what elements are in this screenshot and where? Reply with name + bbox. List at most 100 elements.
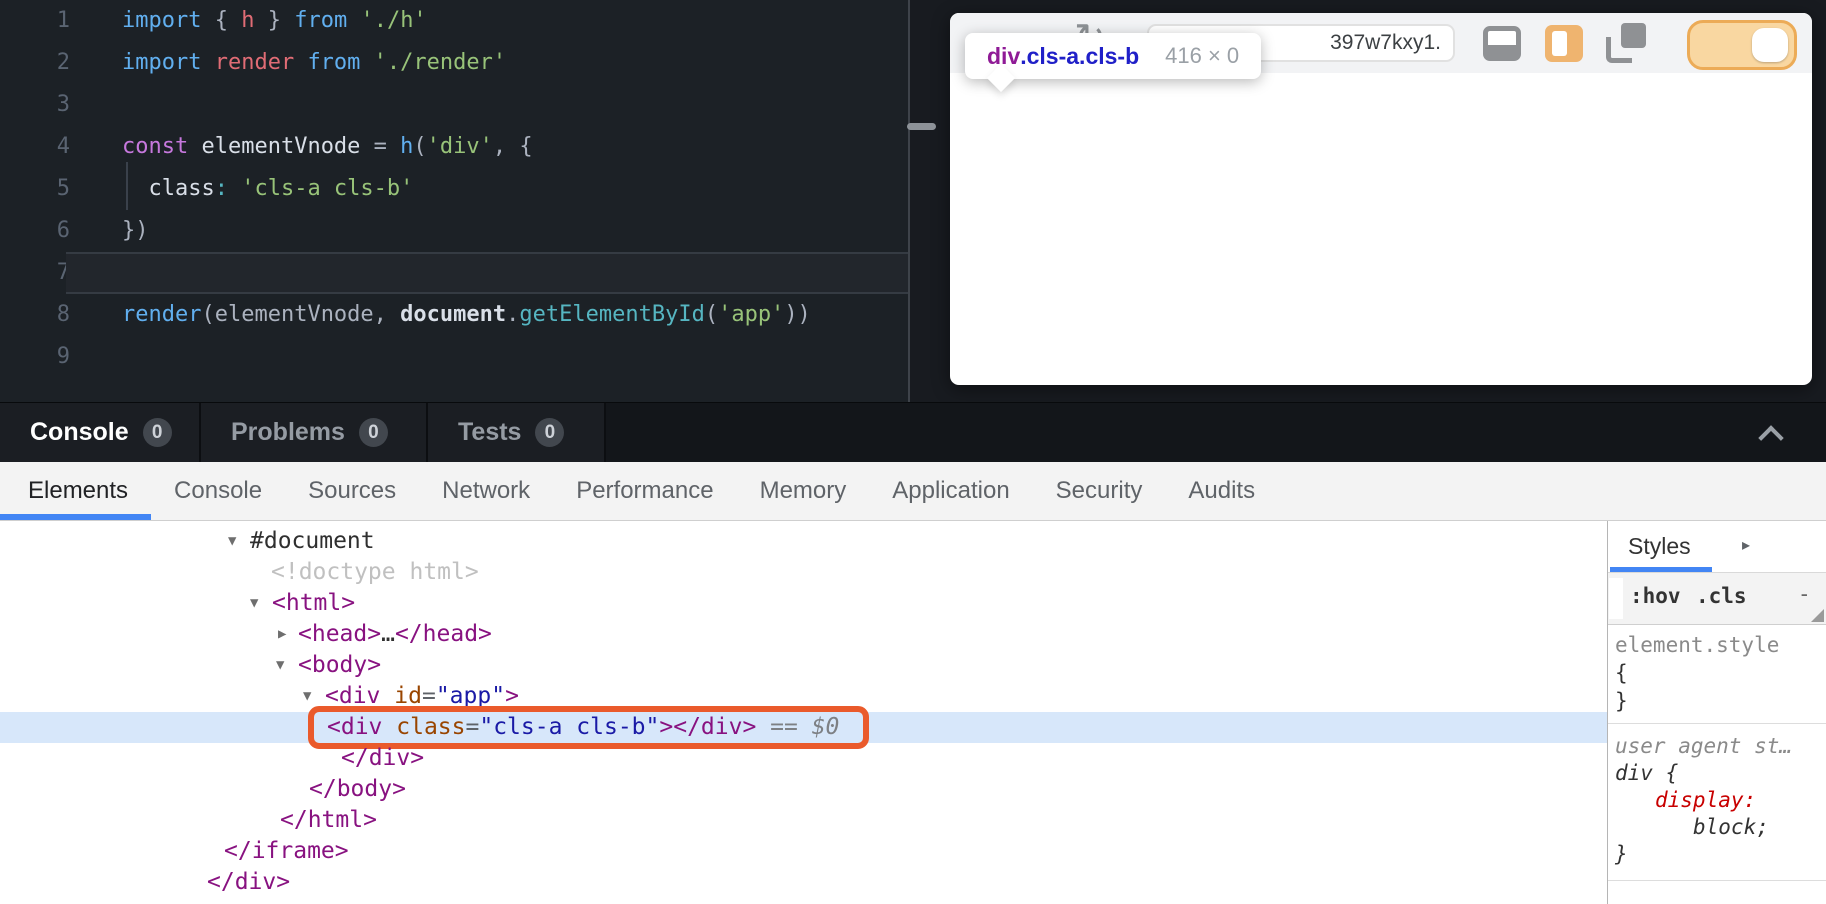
line-number: 4 (0, 126, 70, 168)
tree-row-selected[interactable]: <div class="cls-a cls-b"></div> == $0 (0, 712, 1607, 743)
editor-line[interactable]: 3 (0, 84, 908, 126)
code-token: ></div> (659, 714, 756, 740)
code-editor[interactable]: 1import { h } from './h'2import render f… (0, 0, 908, 402)
code-text: import render from './render' (70, 42, 908, 84)
editor-line[interactable]: 6}) (0, 210, 908, 252)
devtools-tab-console[interactable]: Console (151, 462, 285, 520)
chevron-right-icon[interactable]: ▸ (1742, 535, 1750, 555)
code-token: h (241, 8, 254, 33)
element-style-label: element.style (1615, 631, 1826, 659)
chevron-collapsed-icon[interactable]: ▶ (278, 619, 286, 650)
devtools-tab-network[interactable]: Network (419, 462, 553, 520)
code-token: }) (122, 218, 149, 243)
tree-row[interactable]: </iframe> (0, 836, 1607, 867)
pseudo-class-button[interactable]: .cls (1696, 584, 1747, 608)
code-token: elementVnode (201, 134, 373, 159)
editor-line[interactable]: 5 class: 'cls-a cls-b' (0, 168, 908, 210)
duplicate-window-icon-front (1606, 37, 1632, 63)
live-preview-toggle[interactable] (1687, 20, 1797, 70)
code-token: 'app' (718, 302, 784, 327)
editor-line[interactable]: 2import render from './render' (0, 42, 908, 84)
devtools-tab-application[interactable]: Application (869, 462, 1032, 520)
splitter-grip[interactable] (907, 123, 936, 130)
ua-property: display: (1615, 787, 1826, 814)
element-inspect-tooltip: div.cls-a.cls-b 416 × 0 (965, 33, 1261, 79)
console-bar-tab-tests[interactable]: Tests0 (428, 403, 606, 462)
devtools-tab-performance[interactable]: Performance (553, 462, 736, 520)
line-number: 6 (0, 210, 70, 252)
code-token (228, 176, 241, 201)
user-agent-label: user agent st… (1615, 733, 1826, 760)
chevron-expanded-icon[interactable]: ▼ (250, 588, 258, 619)
ide-window: 1import { h } from './h'2import render f… (0, 0, 1826, 904)
ua-value: block; (1615, 814, 1826, 841)
browser-view-icon[interactable] (1483, 26, 1521, 61)
code-token: #document (250, 528, 375, 554)
tree-row[interactable]: <!doctype html> (0, 557, 1607, 588)
active-tab-underline (1610, 567, 1712, 572)
tree-row[interactable]: ▼<body> (0, 650, 1607, 681)
duplicate-window-icon[interactable] (1606, 23, 1646, 63)
tree-row[interactable]: </div> (0, 867, 1607, 898)
pseudo-hover-button[interactable]: :hov (1630, 584, 1681, 608)
code-token: render (215, 50, 308, 75)
tree-row[interactable]: </html> (0, 805, 1607, 836)
code-token: , { (493, 134, 533, 159)
chevron-up-icon[interactable] (1758, 425, 1783, 450)
code-text: import { h } from './h' (70, 0, 908, 42)
editor-pane: 1import { h } from './h'2import render f… (0, 0, 1826, 402)
code-token: </div> (207, 869, 290, 895)
code-token: : (215, 176, 228, 201)
code-token: "cls-a cls-b" (479, 714, 659, 740)
indent-guide (126, 162, 128, 210)
tree-row[interactable]: ▶<head>…</head> (0, 619, 1607, 650)
element-style-section[interactable]: element.style { } (1608, 625, 1826, 724)
dollar-zero-ref: $0 (812, 714, 840, 740)
code-token: </div> (341, 745, 424, 771)
code-text: class: 'cls-a cls-b' (70, 168, 908, 210)
editor-line[interactable]: 1import { h } from './h' (0, 0, 908, 42)
user-agent-style-section[interactable]: user agent st… div { display: block; } (1608, 724, 1826, 881)
filter-input[interactable] (1609, 578, 1623, 619)
tree-row[interactable]: </div> (0, 743, 1607, 774)
tooltip-size: 416 × 0 (1165, 43, 1239, 69)
console-bar-tab-problems[interactable]: Problems0 (201, 403, 428, 462)
tab-label: Console (30, 418, 129, 447)
resize-grip-icon[interactable] (1811, 609, 1824, 622)
collapse-button[interactable]: - (1801, 581, 1808, 607)
code-token: h (400, 134, 413, 159)
styles-sidebar: Styles ▸ :hov .cls - element.style { } u… (1607, 521, 1826, 904)
code-token: document (400, 302, 506, 327)
tooltip-classes: .cls-a.cls-b (1020, 43, 1139, 70)
code-token: ( (705, 302, 718, 327)
devtools-tab-sources[interactable]: Sources (285, 462, 419, 520)
editor-line[interactable]: 9 (0, 336, 908, 378)
tree-row[interactable]: ▼ <html> (0, 588, 1607, 619)
line-number: 5 (0, 168, 70, 210)
editor-line[interactable]: 4const elementVnode = h('div', { (0, 126, 908, 168)
devtools-tab-security[interactable]: Security (1033, 462, 1166, 520)
tab-styles[interactable]: Styles (1628, 533, 1691, 560)
open-brace: { (1615, 659, 1826, 687)
editor-line[interactable]: 7 (0, 252, 908, 294)
devtools-tab-bar: ElementsConsoleSourcesNetworkPerformance… (0, 462, 1826, 521)
equals-marker: == (756, 714, 811, 740)
tree-row[interactable]: ▼ #document (0, 526, 1607, 557)
devtools-tab-elements[interactable]: Elements (5, 462, 151, 520)
devtools-tab-memory[interactable]: Memory (737, 462, 870, 520)
console-bar-tab-console[interactable]: Console0 (0, 403, 201, 462)
chevron-expanded-icon[interactable]: ▼ (276, 650, 284, 681)
code-token: import (122, 50, 215, 75)
code-token: </body> (309, 776, 406, 802)
code-token: 'div' (427, 134, 493, 159)
code-token: <div (327, 714, 396, 740)
editor-line[interactable]: 8render(elementVnode, document.getElemen… (0, 294, 908, 336)
chevron-expanded-icon[interactable]: ▼ (303, 681, 311, 712)
split-view-icon[interactable] (1545, 25, 1583, 62)
tree-row[interactable]: </body> (0, 774, 1607, 805)
chevron-expanded-icon[interactable]: ▼ (228, 526, 236, 557)
count-badge: 0 (535, 418, 564, 447)
devtools-tab-audits[interactable]: Audits (1165, 462, 1278, 520)
code-token: <html> (272, 590, 355, 616)
code-token: ( (413, 134, 426, 159)
